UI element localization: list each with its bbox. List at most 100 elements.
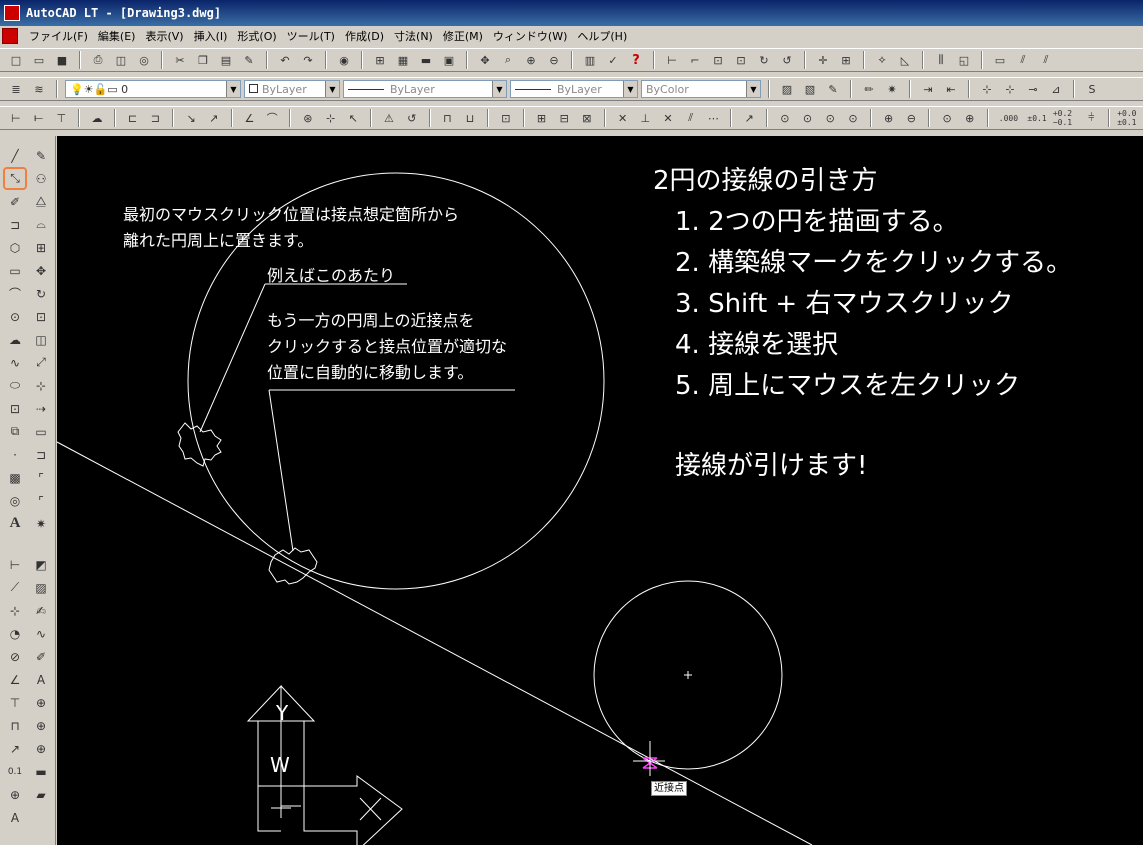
print-icon[interactable]: ⎙	[88, 50, 108, 70]
snap-icon[interactable]: ⟡	[872, 50, 892, 70]
radius-dim-icon[interactable]: ⊐	[146, 108, 166, 128]
rectangle-icon[interactable]: ▭	[3, 259, 27, 282]
refresh-icon[interactable]: ↺	[777, 50, 797, 70]
center-mark-left-icon[interactable]: ⊕	[3, 783, 27, 806]
circle-icon[interactable]: ⊙	[3, 305, 27, 328]
trim-icon[interactable]: ⇤	[941, 79, 961, 99]
menu-window[interactable]: ウィンドウ(W)	[488, 28, 572, 44]
menu-format[interactable]: 形式(O)	[232, 28, 281, 44]
title-bar[interactable]: AutoCAD LT - [Drawing3.dwg]	[0, 0, 1143, 26]
chevron-down-icon[interactable]: ▼	[623, 81, 637, 97]
line-icon[interactable]: ╱	[3, 144, 27, 167]
break-icon[interactable]: ⊹	[977, 79, 997, 99]
menu-dimension[interactable]: 寸法(N)	[389, 28, 438, 44]
angular-dim-icon[interactable]: ∠	[240, 108, 260, 128]
area-icon[interactable]: ⌐	[685, 50, 705, 70]
calculator-icon[interactable]: ▥	[580, 50, 600, 70]
circle-ii-icon[interactable]: ⊕	[29, 714, 53, 737]
open-folder-icon[interactable]: ▭	[29, 50, 49, 70]
radius-dim-left-icon[interactable]: ◔	[3, 622, 27, 645]
move-icon[interactable]: ✛	[813, 50, 833, 70]
ellipse-icon[interactable]: ⬭	[3, 374, 27, 397]
plotstyle-select[interactable]: ByColor ▼	[641, 80, 761, 98]
chevron-down-icon[interactable]: ▼	[325, 81, 339, 97]
tool-palette-icon[interactable]: ▬	[416, 50, 436, 70]
aligned-dim-left-icon[interactable]: ⟋	[3, 576, 27, 599]
trim-object-icon[interactable]: ⊹	[29, 374, 53, 397]
multiline-icon[interactable]: ⊐	[3, 213, 27, 236]
menu-tools[interactable]: ツール(T)	[282, 28, 340, 44]
layer-select[interactable]: 💡☀🔓▭ 0 ▼	[65, 80, 241, 98]
linear-dim-icon[interactable]: ⊢	[6, 108, 26, 128]
diameter-dim-left-icon[interactable]: ⊘	[3, 645, 27, 668]
extend-object-icon[interactable]: ⇢	[29, 397, 53, 420]
stretch-icon[interactable]: ◫	[29, 328, 53, 351]
explode-object-icon[interactable]: ✷	[29, 512, 53, 535]
dim-precision-button[interactable]: .000	[996, 108, 1022, 128]
match-properties-icon[interactable]: ✎	[239, 50, 259, 70]
menu-view[interactable]: 表示(V)	[140, 28, 188, 44]
move-object-icon[interactable]: ✥	[29, 259, 53, 282]
dim-update-icon[interactable]: ⊡	[496, 108, 516, 128]
hatch-edit-left-icon[interactable]: ∿	[29, 622, 53, 645]
zoom-in-icon[interactable]: ⊕	[879, 108, 899, 128]
menu-draw[interactable]: 作成(D)	[340, 28, 389, 44]
text-height-icon[interactable]: ⫽	[1036, 50, 1056, 70]
break-at-point-icon[interactable]: ⊹	[1000, 79, 1020, 99]
spline-icon[interactable]: ∿	[3, 351, 27, 374]
circle-i-icon[interactable]: ⊕	[29, 691, 53, 714]
attribute-edit-icon[interactable]: ✎	[823, 79, 843, 99]
circle-iii-icon[interactable]: ⊕	[29, 737, 53, 760]
document-icon[interactable]	[2, 28, 18, 44]
mirror-icon[interactable]: ⧋	[29, 190, 53, 213]
jogged-dim-icon[interactable]: ↘	[181, 108, 201, 128]
mtext-icon[interactable]: A	[3, 512, 27, 535]
pencil-icon[interactable]: ✏	[859, 79, 879, 99]
id-point-icon[interactable]: ⊡	[731, 50, 751, 70]
continue-dim-icon[interactable]: ⊹	[321, 108, 341, 128]
chevron-down-icon[interactable]: ▼	[226, 81, 240, 97]
orbit-icon[interactable]: ↻	[754, 50, 774, 70]
dim-scale-icon[interactable]: 0.1	[3, 760, 27, 783]
pan-icon[interactable]: ✥	[475, 50, 495, 70]
diameter-dim-icon[interactable]: ↗	[204, 108, 224, 128]
zoom-all-icon[interactable]: ⊙	[937, 108, 957, 128]
text-style-icon[interactable]: ⫽	[1013, 50, 1033, 70]
dim-symbol-icon[interactable]: ⫩	[1081, 108, 1101, 128]
rectangle-view-icon[interactable]: ▭	[990, 50, 1010, 70]
design-center-icon[interactable]: ⊞	[370, 50, 390, 70]
snap-settings-icon[interactable]: ↗	[739, 108, 759, 128]
region-icon[interactable]: ◎	[3, 489, 27, 512]
array-icon[interactable]: ⊞	[29, 236, 53, 259]
aligned-dim-icon[interactable]: ⟝	[29, 108, 49, 128]
offset-icon[interactable]: ⌓	[29, 213, 53, 236]
extension-snap-icon[interactable]: ⋯	[704, 108, 724, 128]
match-left-icon[interactable]: ▨	[29, 576, 53, 599]
polyedit-left-icon[interactable]: ✐	[29, 645, 53, 668]
tangent-construction-line[interactable]	[57, 441, 813, 845]
menu-file[interactable]: ファイル(F)	[24, 28, 93, 44]
menu-modify[interactable]: 修正(M)	[438, 28, 488, 44]
linear-dim-left-icon[interactable]: ⊢	[3, 553, 27, 576]
style-icon[interactable]: S	[1082, 79, 1102, 99]
chevron-down-icon[interactable]: ▼	[492, 81, 506, 97]
dim-tolerance-button[interactable]: ±0.1	[1024, 108, 1050, 128]
properties-icon[interactable]: ▦	[393, 50, 413, 70]
cut-icon[interactable]: ✂	[170, 50, 190, 70]
mirror-text-icon[interactable]: ⫼	[931, 50, 951, 70]
bar-icon[interactable]: ▬	[29, 760, 53, 783]
polygon-icon[interactable]: ⬡	[3, 236, 27, 259]
hatch-edit-icon[interactable]: ▨	[777, 79, 797, 99]
menu-help[interactable]: ヘルプ(H)	[572, 28, 632, 44]
ordinate-dim-icon[interactable]: ⊏	[123, 108, 143, 128]
join-icon[interactable]: ⊸	[1023, 79, 1043, 99]
zoom-window-icon[interactable]: ⊕	[521, 50, 541, 70]
make-block-icon[interactable]: ⧉	[3, 420, 27, 443]
drawing-canvas[interactable]: 最初のマウスクリック位置は接点想定箇所から 離れた円周上に置きます。 例えばこの…	[57, 136, 1143, 845]
sheet-set-icon[interactable]: ▣	[439, 50, 459, 70]
arc-length-icon[interactable]: ⌒	[262, 108, 282, 128]
lineweight-select[interactable]: ByLayer ▼	[510, 80, 638, 98]
zoom-dynamic-icon[interactable]: ⊙	[820, 108, 840, 128]
dim-edit-icon[interactable]: ⊓	[438, 108, 458, 128]
copy-object-icon[interactable]: ⚇	[29, 167, 53, 190]
